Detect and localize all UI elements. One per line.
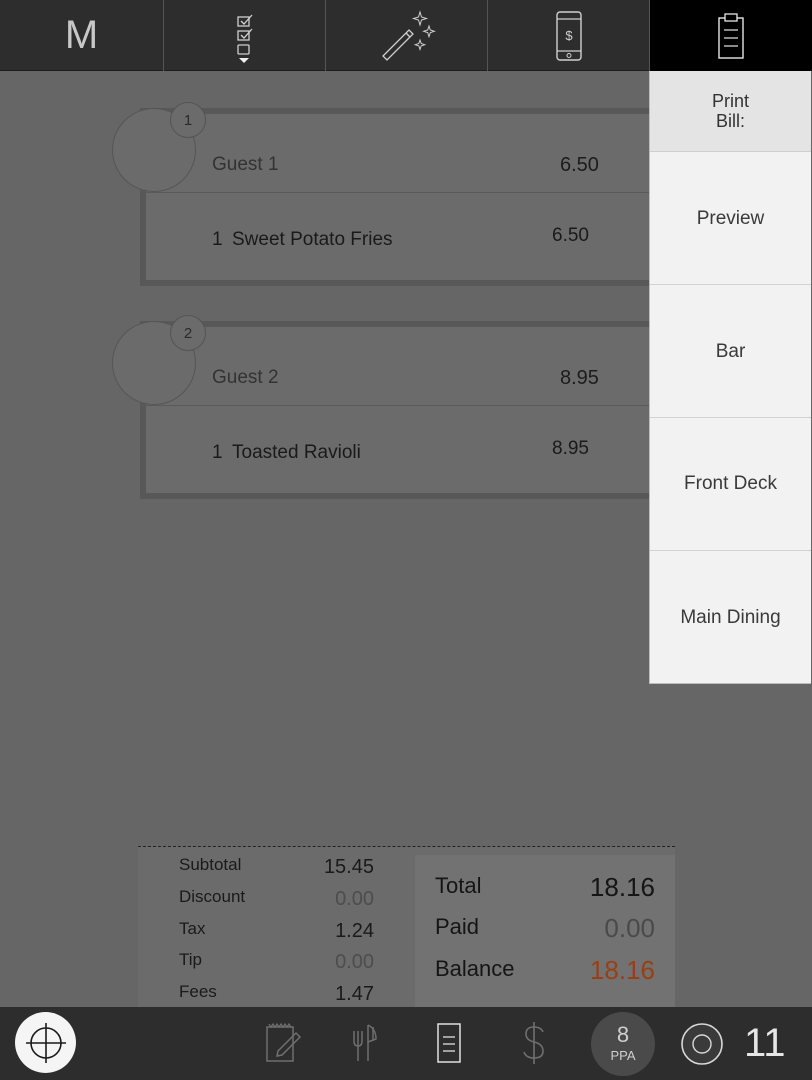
menu-logo-button[interactable]: M xyxy=(0,0,164,71)
discount-label: Discount xyxy=(179,887,246,906)
guest-name: Guest 2 xyxy=(212,367,279,388)
seat-count: 11 xyxy=(744,1021,786,1065)
tax-value: 1.24 xyxy=(335,920,374,942)
paid-label: Paid xyxy=(435,914,480,939)
print-option-bar[interactable]: Bar xyxy=(650,285,811,418)
balance-label: Balance xyxy=(435,956,515,981)
tip-label: Tip xyxy=(179,950,202,969)
tax-label: Tax xyxy=(179,919,206,938)
check-button[interactable] xyxy=(427,1019,471,1067)
tip-value: 0.00 xyxy=(335,951,374,973)
guest-total: 8.95 xyxy=(560,367,599,389)
subtotal-label: Subtotal xyxy=(179,855,242,874)
subtotal-value: 15.45 xyxy=(323,856,374,878)
guest-total: 6.50 xyxy=(560,154,599,176)
app-logo: M xyxy=(64,13,99,57)
print-option-preview[interactable]: Preview xyxy=(650,152,811,285)
print-option-front-deck[interactable]: Front Deck xyxy=(650,418,811,551)
item-name: Sweet Potato Fries xyxy=(232,229,393,250)
total-value: 18.16 xyxy=(589,872,655,902)
dollar-icon xyxy=(523,1022,544,1064)
print-bill-header: Print Bill: xyxy=(650,71,811,152)
edit-order-button[interactable] xyxy=(262,1019,306,1067)
balance-value: 18.16 xyxy=(589,955,655,985)
mobile-payment-button[interactable]: $ xyxy=(488,0,650,71)
discount-value: 0.00 xyxy=(335,888,374,910)
print-bill-title: Print Bill: xyxy=(711,91,749,131)
bill-totals-panel: Subtotal 15.45 Discount 0.00 Tax 1.24 Ti… xyxy=(138,846,675,1009)
fork-knife-icon xyxy=(353,1024,377,1061)
ppa-number: 8 xyxy=(616,1022,630,1047)
payment-button[interactable] xyxy=(512,1019,556,1067)
totals-summary: Total 18.16 Paid 0.00 Balance 18.16 xyxy=(415,855,675,1009)
notepad-edit-icon xyxy=(266,1022,302,1062)
magic-wand-icon xyxy=(381,9,436,61)
ppa-indicator[interactable]: 8 PPA xyxy=(591,1012,655,1076)
crosshair-icon xyxy=(25,1022,66,1063)
top-toolbar: M $ xyxy=(0,0,812,71)
phone-payment-icon: $ xyxy=(555,10,582,61)
item-price: 8.95 xyxy=(552,438,589,459)
seat-selector-button[interactable] xyxy=(680,1022,724,1066)
item-name: Toasted Ravioli xyxy=(232,442,361,463)
fees-value: 1.47 xyxy=(335,983,374,1005)
item-quantity: 1 xyxy=(212,229,223,250)
fees-label: Fees xyxy=(179,982,217,1001)
guest-header[interactable] xyxy=(140,321,652,405)
guest-name: Guest 1 xyxy=(212,154,279,175)
print-option-main-dining[interactable]: Main Dining xyxy=(650,551,811,684)
checklist-dropdown-icon xyxy=(236,14,252,63)
guest-number-badge: 2 xyxy=(170,315,206,351)
clipboard-bill-icon xyxy=(718,12,744,59)
locate-button[interactable] xyxy=(15,1012,76,1073)
menu-items-button[interactable] xyxy=(342,1019,386,1067)
print-bill-button[interactable] xyxy=(650,0,812,71)
phone-dollar-symbol: $ xyxy=(565,28,573,43)
print-bill-menu: Print Bill: Preview Bar Front Deck Main … xyxy=(649,71,811,684)
bottom-toolbar: 8 PPA 11 xyxy=(0,1007,812,1080)
order-item-row[interactable]: 1 Sweet Potato Fries 6.50 xyxy=(140,192,652,286)
receipt-icon xyxy=(437,1023,461,1063)
record-circle-icon xyxy=(681,1023,723,1065)
magic-wand-button[interactable] xyxy=(326,0,488,71)
paid-value: 0.00 xyxy=(604,913,655,943)
item-price: 6.50 xyxy=(552,225,589,246)
ppa-label: PPA xyxy=(610,1048,636,1063)
item-quantity: 1 xyxy=(212,442,223,463)
total-label: Total xyxy=(435,873,482,898)
order-item-row[interactable]: 1 Toasted Ravioli 8.95 xyxy=(140,405,652,499)
guest-number-badge: 1 xyxy=(170,102,206,138)
guest-header[interactable] xyxy=(140,108,652,192)
checklist-button[interactable] xyxy=(164,0,326,71)
